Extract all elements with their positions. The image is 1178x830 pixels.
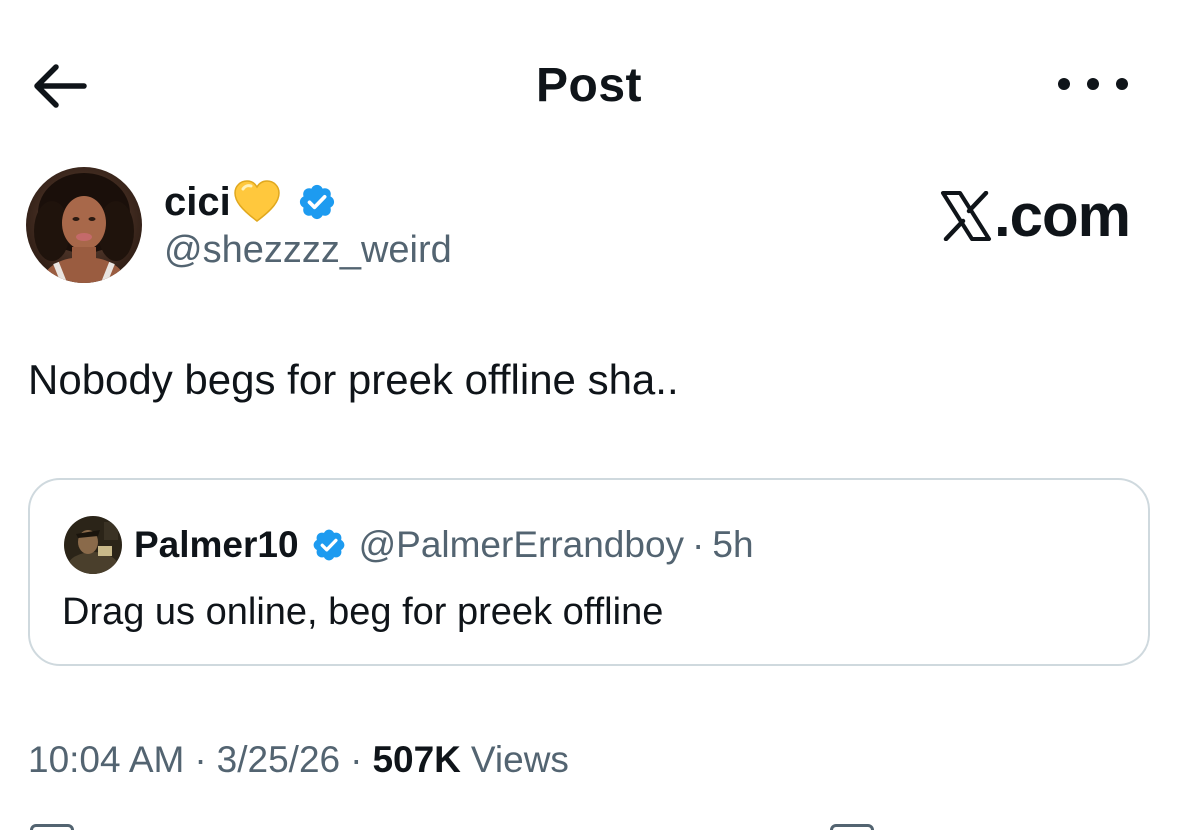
more-dots-icon-dot (1087, 78, 1099, 90)
more-dots-icon-dot (1116, 78, 1128, 90)
yellow-heart-icon (233, 180, 280, 222)
more-dots-icon (1058, 78, 1070, 90)
post-meta: 10:04 AM · 3/25/26 · 507K Views (28, 734, 569, 786)
post-date: 3/25/26 (216, 739, 341, 780)
quote-timestamp: 5h (712, 524, 754, 565)
quote-separator: · (692, 524, 705, 565)
author-avatar-image (26, 167, 142, 283)
post-page: Post cici @shezzzz_weird .com Nobody beg… (0, 0, 1178, 830)
post-time: 10:04 AM (28, 739, 185, 780)
views-count[interactable]: 507K (372, 739, 460, 781)
quote-author-name: Palmer10 (134, 524, 299, 565)
bookmark-icon[interactable] (830, 824, 874, 830)
verified-badge-icon (313, 529, 344, 561)
more-options-button[interactable] (1058, 64, 1128, 104)
x-logo-icon (940, 191, 991, 241)
author-name[interactable]: cici (164, 176, 231, 228)
quote-avatar-image (64, 516, 122, 574)
meta-separator: · (194, 739, 207, 780)
quote-avatar[interactable] (64, 516, 122, 574)
meta-separator: · (350, 739, 363, 780)
quote-author-handle: @PalmerErrandboy (358, 524, 685, 565)
watermark-text: .com (993, 182, 1131, 249)
author-name-row: cici (164, 176, 337, 228)
verified-badge-icon (299, 184, 334, 220)
x-com-watermark: .com (940, 182, 1131, 250)
post-text: Nobody begs for preek offline sha.. (28, 356, 679, 403)
page-title: Post (535, 59, 642, 112)
quoted-post-card[interactable]: Palmer10 @PalmerErrandboy · 5h Drag us o… (28, 478, 1150, 666)
author-avatar[interactable] (26, 167, 142, 283)
reply-icon[interactable] (30, 824, 74, 830)
quote-header: Palmer10 @PalmerErrandboy · 5h (134, 520, 754, 570)
quote-text: Drag us online, beg for preek offline (62, 591, 664, 633)
author-handle[interactable]: @shezzzz_weird (164, 226, 452, 274)
views-label[interactable]: Views (471, 739, 569, 781)
